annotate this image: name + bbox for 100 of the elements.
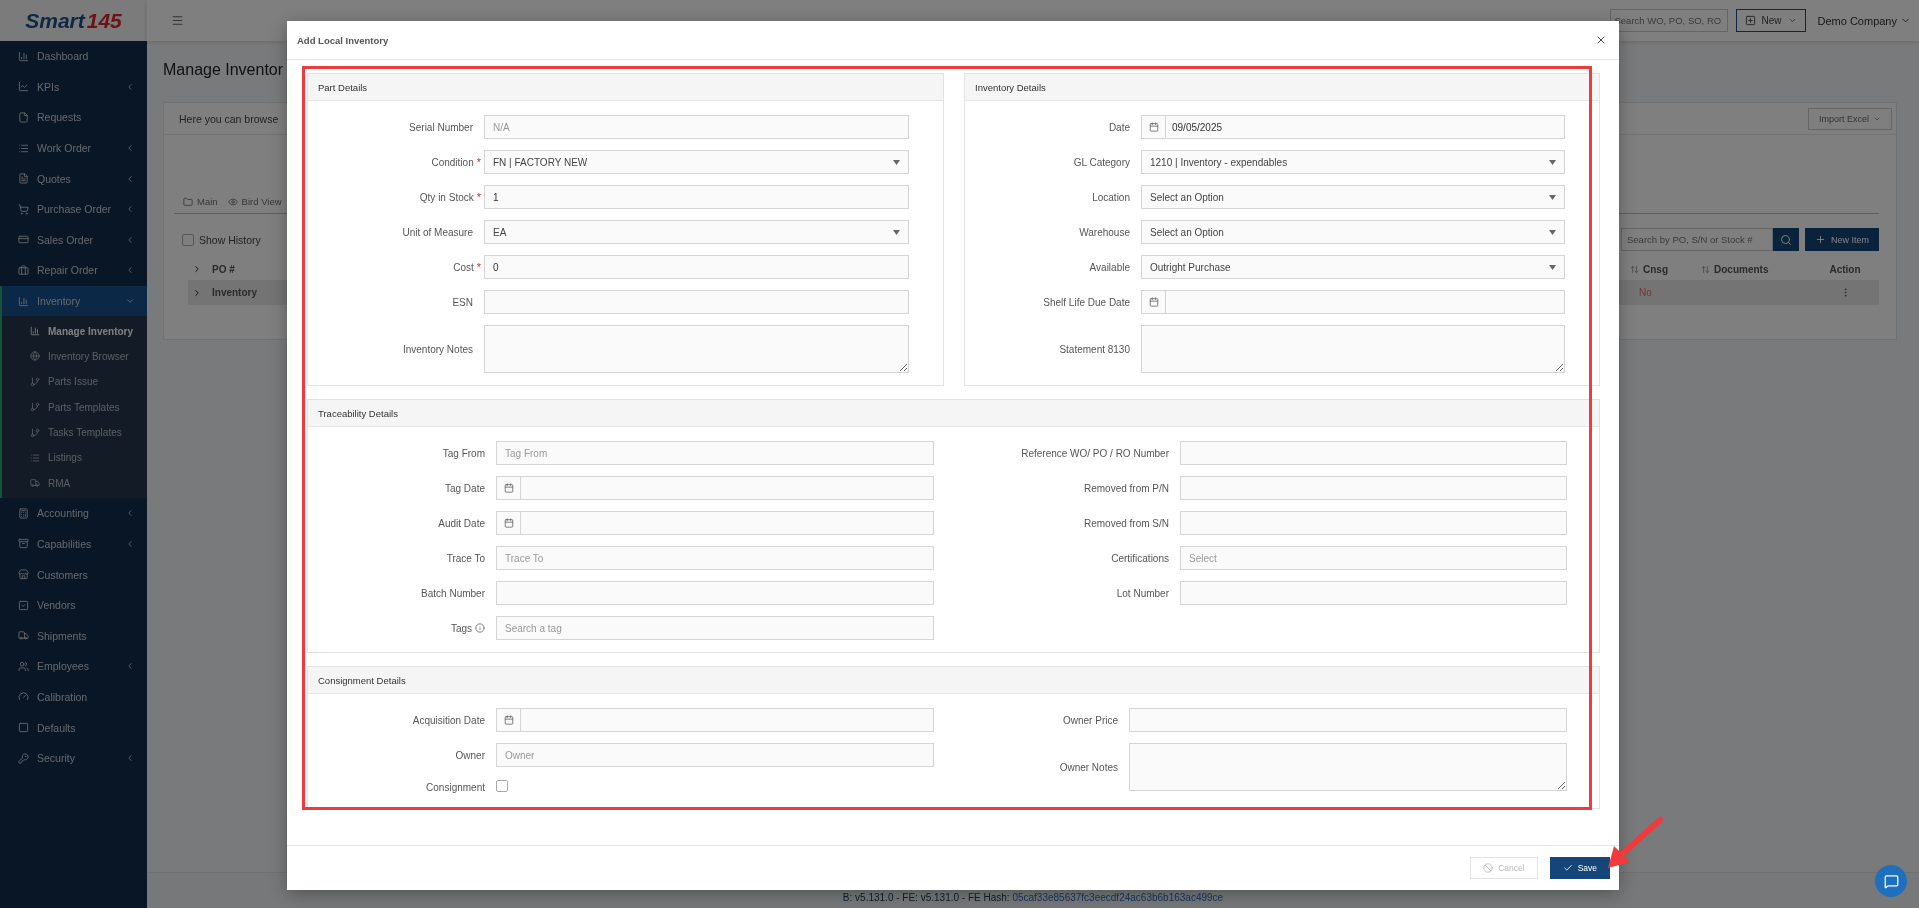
- sidebar-item[interactable]: Customers: [0, 559, 147, 590]
- notes-field[interactable]: [1129, 743, 1567, 791]
- dialog-title: Add Local Inventory: [297, 34, 389, 46]
- tab[interactable]: Main: [183, 196, 218, 207]
- pointer-arrow: [1608, 817, 1663, 868]
- sidebar-item[interactable]: Calibration: [0, 681, 147, 713]
- description-text: Here you can browse: [179, 112, 280, 125]
- date-field[interactable]: [1141, 290, 1565, 314]
- text-field[interactable]: [496, 581, 934, 605]
- sidebar-item[interactable]: Repair Order: [0, 255, 147, 286]
- dropdown-field[interactable]: EA: [484, 220, 909, 244]
- dropdown-field[interactable]: FN | FACTORY NEW: [484, 150, 909, 174]
- chevron-icon[interactable]: [192, 287, 202, 298]
- text-field[interactable]: Trace To: [496, 546, 934, 570]
- text-field[interactable]: [1129, 708, 1567, 732]
- tab[interactable]: Bird View: [227, 196, 282, 207]
- text-field[interactable]: 1: [484, 185, 909, 209]
- checkbox[interactable]: [496, 780, 508, 792]
- sidebar-item[interactable]: Purchase Order: [0, 193, 147, 225]
- section-title: Traceability Details: [308, 400, 1599, 427]
- text-field[interactable]: Search a tag: [496, 616, 934, 640]
- users-icon: [18, 660, 29, 672]
- text-field[interactable]: [484, 290, 909, 314]
- chevron-icon[interactable]: [192, 264, 202, 274]
- sort-icon[interactable]: [1630, 264, 1639, 274]
- sidebar-item[interactable]: Requests: [0, 102, 147, 133]
- company-dropdown[interactable]: Demo Company: [1817, 14, 1911, 27]
- branch-icon: [30, 427, 40, 438]
- search-field[interactable]: Search by PO, S/N or Stock #: [1621, 228, 1773, 251]
- date-field[interactable]: [496, 708, 934, 732]
- dropdown-field[interactable]: Outright Purchase: [1141, 255, 1565, 279]
- submenu-item[interactable]: Listings: [2, 445, 147, 471]
- field-label: Inventory Notes: [402, 343, 473, 355]
- document-icon: [18, 173, 29, 185]
- import-button[interactable]: Import Excel: [1808, 107, 1892, 130]
- new-item-button[interactable]: New Item: [1805, 228, 1879, 251]
- sidebar-item[interactable]: Defaults: [0, 712, 147, 743]
- field-label: Condition: [431, 156, 474, 168]
- column-header: PO #: [212, 263, 235, 275]
- notes-field[interactable]: [484, 325, 909, 373]
- submenu-item[interactable]: Parts Issue: [2, 369, 147, 395]
- sidebar-item[interactable]: Quotes: [0, 163, 147, 194]
- sidebar-item[interactable]: Accounting: [0, 498, 147, 529]
- date-field[interactable]: 09/05/2025: [1141, 115, 1565, 139]
- date-field[interactable]: [496, 476, 934, 500]
- bar-chart-icon: [18, 295, 29, 307]
- new-button[interactable]: New: [1735, 9, 1806, 32]
- close-button[interactable]: [1595, 34, 1607, 46]
- submenu-item[interactable]: Inventory Browser: [2, 343, 147, 370]
- text-field[interactable]: Select: [1180, 546, 1567, 570]
- required-mark: *: [476, 156, 481, 168]
- sidebar-item[interactable]: Capabilities: [0, 528, 147, 560]
- text-field[interactable]: [1180, 511, 1567, 535]
- text-field[interactable]: 0: [484, 255, 909, 279]
- submenu-item[interactable]: Tasks Templates: [2, 419, 147, 446]
- dropdown-field[interactable]: Select an Option: [1141, 185, 1565, 209]
- globe-icon: [30, 351, 40, 362]
- dropdown-field[interactable]: 1210 | Inventory - expendables: [1141, 150, 1565, 174]
- field-label: Statement 8130: [1059, 343, 1130, 355]
- table-cell-text: No: [1638, 287, 1652, 298]
- sidebar-item[interactable]: Vendors: [0, 589, 147, 621]
- text-field[interactable]: Tag From: [496, 441, 934, 465]
- required-mark: *: [476, 261, 481, 273]
- field-label: Lot Number: [1116, 587, 1169, 599]
- hash-link[interactable]: 05caf33e85637fc3eecdf24ac63b6b163ac499ce: [1012, 892, 1224, 903]
- notes-field[interactable]: [1141, 325, 1565, 373]
- section-title: Part Details: [308, 74, 943, 101]
- save-button[interactable]: Save: [1549, 857, 1610, 879]
- sidebar-item[interactable]: Work Order: [0, 132, 147, 164]
- field-label: Audit Date: [438, 517, 485, 529]
- text-field[interactable]: [1180, 581, 1567, 605]
- sort-icon[interactable]: [1701, 264, 1710, 274]
- chat-button[interactable]: [1875, 865, 1907, 897]
- field-label: Owner: [455, 749, 485, 761]
- sidebar-item[interactable]: Sales Order: [0, 224, 147, 256]
- checkbox[interactable]: [182, 233, 194, 246]
- text-field[interactable]: [1180, 441, 1567, 465]
- search-button[interactable]: [1773, 228, 1799, 251]
- key-icon: [18, 752, 29, 764]
- menu-icon[interactable]: [171, 14, 184, 27]
- text-field[interactable]: Owner: [496, 743, 934, 767]
- sidebar-item[interactable]: KPIs: [0, 71, 147, 103]
- date-field[interactable]: [496, 511, 934, 535]
- submenu-item[interactable]: Manage Inventory: [2, 318, 147, 344]
- eye-icon: [227, 196, 238, 207]
- field-label: Owner Price: [1063, 714, 1118, 726]
- submenu-item[interactable]: RMA: [2, 470, 147, 497]
- submenu-item[interactable]: Parts Templates: [2, 394, 147, 420]
- sidebar-item[interactable]: Inventory: [0, 285, 147, 317]
- calendar-icon: [503, 715, 514, 725]
- dropdown-field[interactable]: Select an Option: [1141, 220, 1565, 244]
- sidebar-item[interactable]: Security: [0, 742, 147, 774]
- sidebar-item[interactable]: Shipments: [0, 620, 147, 652]
- caret-icon: [1549, 159, 1556, 165]
- text-field[interactable]: N/A: [484, 115, 909, 139]
- sidebar-item[interactable]: Dashboard: [0, 41, 147, 72]
- field-label: Cost: [453, 261, 474, 273]
- cart-icon: [18, 203, 29, 215]
- text-field[interactable]: [1180, 476, 1567, 500]
- sidebar-item[interactable]: Employees: [0, 651, 147, 682]
